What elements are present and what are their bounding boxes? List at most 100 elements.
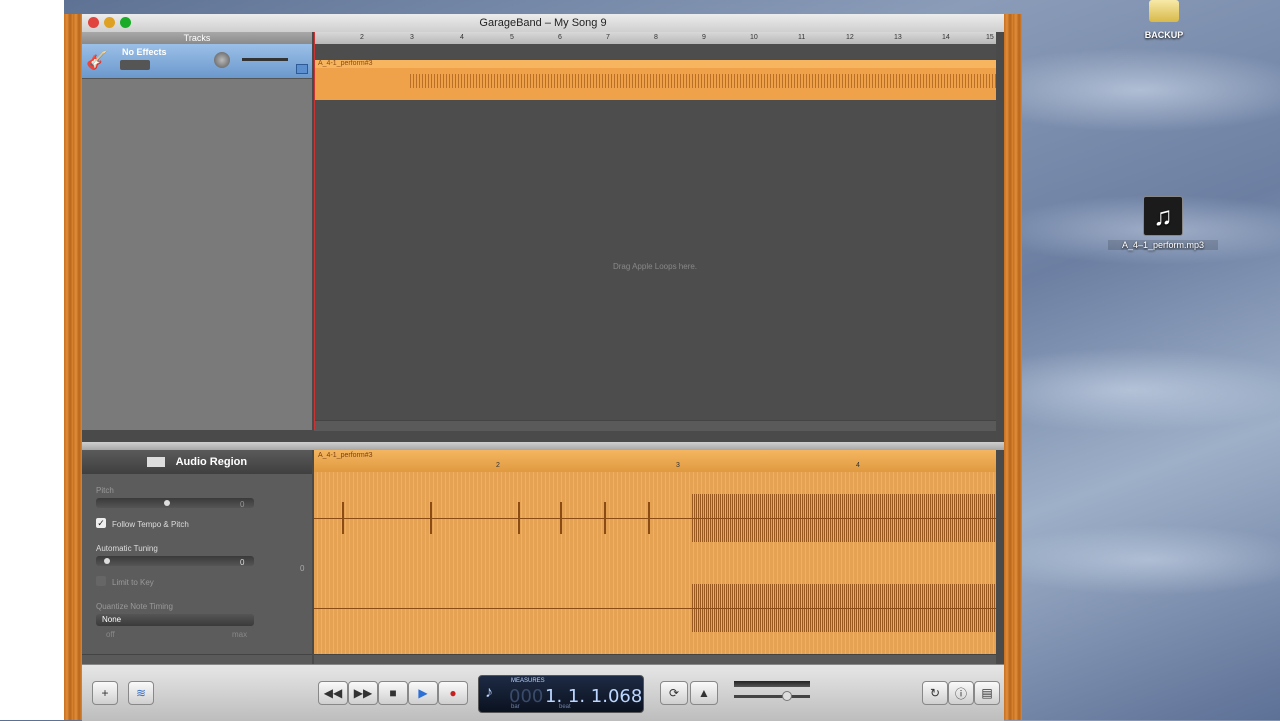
record-icon: ● — [449, 686, 457, 700]
title-bar: GarageBand – My Song 9 — [82, 14, 1004, 33]
quantize-label: Quantize Note Timing — [96, 602, 173, 611]
stop-button[interactable]: ■ — [378, 681, 408, 705]
editor-ruler-tick: 4 — [856, 462, 860, 469]
minimize-button[interactable] — [104, 17, 115, 28]
automatic-tuning-label: Automatic Tuning — [96, 544, 158, 553]
add-track-button[interactable]: + — [92, 681, 118, 705]
quantize-max-label: max — [232, 630, 248, 639]
zoom-button[interactable] — [120, 17, 131, 28]
pan-knob[interactable] — [214, 52, 230, 68]
close-button[interactable] — [88, 17, 99, 28]
wood-trim-right — [1004, 14, 1022, 720]
quantize-value: None — [102, 615, 122, 624]
control-bar: + ≋ ◀◀ ▶▶ ■ ▶ ● ♪ MEASURES 000 1. 1. 1.0… — [82, 664, 1004, 721]
ruler-tick: 12 — [846, 34, 854, 41]
master-volume-slider[interactable] — [734, 691, 810, 701]
cycle-button[interactable]: ⟳ — [660, 681, 688, 705]
desktop-icon-label: A_4–1_perform.mp3 — [1108, 240, 1218, 250]
ruler-tick: 3 — [410, 34, 414, 41]
region-waveform — [410, 74, 996, 88]
waveform-editor-icon: ≋ — [135, 686, 147, 700]
media-browser-button[interactable]: ▤ — [974, 681, 1000, 705]
ruler-tick: 10 — [750, 34, 758, 41]
follow-tempo-checkbox[interactable]: ✓ — [96, 518, 106, 528]
editor-ruler[interactable]: A_4-1_perform#3 2 3 4 — [314, 450, 996, 473]
editor-header: Audio Region — [82, 450, 312, 474]
window-title: GarageBand – My Song 9 — [479, 17, 607, 29]
guitar-icon: 🎸 — [86, 50, 109, 70]
track-header-row[interactable]: 🎸 No Effects — [82, 44, 312, 79]
wood-trim-left — [64, 14, 82, 720]
quantize-select[interactable]: None — [96, 614, 254, 626]
loop-browser-button[interactable]: ↻ — [922, 681, 948, 705]
limit-key-label: Limit to Key — [112, 578, 154, 587]
ruler-tick: 2 — [360, 34, 364, 41]
editor-toggle-button[interactable]: ≋ — [128, 681, 154, 705]
stop-icon: ■ — [389, 686, 397, 700]
audio-region[interactable]: A_4-1_perform#3 — [314, 60, 996, 100]
playhead-line[interactable] — [314, 32, 315, 430]
tracks-header: Tracks — [82, 32, 312, 44]
pane-divider[interactable] — [82, 442, 1004, 450]
editor-ruler-tick: 2 — [496, 462, 500, 469]
rewind-button[interactable]: ◀◀ — [318, 681, 348, 705]
waveform-icon — [146, 457, 165, 468]
ruler-tick: 6 — [558, 34, 562, 41]
waveform-transient — [560, 502, 562, 534]
play-icon: ▶ — [418, 686, 428, 700]
fast-forward-button[interactable]: ▶▶ — [348, 681, 378, 705]
play-button[interactable]: ▶ — [408, 681, 438, 705]
master-volume-knob[interactable] — [782, 691, 792, 701]
audio-waveform[interactable] — [314, 472, 996, 654]
desktop-icon-backup[interactable]: BACKUP — [1136, 0, 1192, 40]
fast-forward-icon: ▶▶ — [353, 686, 373, 700]
lcd-beat-label: beat — [559, 704, 571, 710]
ruler-tick: 5 — [510, 34, 514, 41]
pitch-slider[interactable] — [96, 498, 254, 508]
editor-zero-label: 0 — [300, 564, 305, 573]
cycle-icon: ⟳ — [668, 686, 680, 700]
garageband-window: GarageBand – My Song 9 Tracks 🎸 No Effec… — [64, 14, 1022, 721]
rewind-icon: ◀◀ — [323, 686, 343, 700]
loop-icon: ↻ — [929, 686, 941, 700]
tuning-slider[interactable] — [96, 556, 254, 566]
drive-icon — [1149, 0, 1179, 22]
tuning-value: 0 — [240, 558, 245, 567]
follow-tempo-label: Follow Tempo & Pitch — [112, 520, 189, 529]
arrange-horizontal-scrollbar[interactable] — [314, 420, 996, 431]
info-icon: ⓘ — [954, 686, 967, 701]
lcd-display[interactable]: ♪ MEASURES 000 1. 1. 1.068 bar beat — [478, 675, 644, 713]
volume-slider[interactable] — [242, 58, 288, 61]
mute-solo-buttons[interactable] — [120, 60, 150, 70]
note-icon: ♪ — [485, 684, 493, 701]
pitch-label: Pitch — [96, 486, 114, 495]
media-icon: ▤ — [981, 686, 993, 700]
waveform-transient — [648, 502, 650, 534]
waveform-dense-left — [692, 494, 996, 542]
editor-title: Audio Region — [175, 456, 248, 468]
metronome-icon: ▲ — [698, 686, 710, 700]
info-button[interactable]: ⓘ — [948, 681, 974, 705]
music-file-icon: ♫ — [1143, 196, 1183, 236]
editor-ruler-tick: 3 — [676, 462, 680, 469]
record-button[interactable]: ● — [438, 681, 468, 705]
track-menu-button[interactable] — [296, 64, 308, 74]
ruler-tick: 8 — [654, 34, 658, 41]
lcd-mode: MEASURES — [511, 678, 545, 684]
arrange-lane[interactable]: A_4-1_perform#3 Drag Apple Loops here. — [314, 44, 996, 431]
audio-editor-lane[interactable]: A_4-1_perform#3 2 3 4 — [314, 450, 996, 654]
loops-drop-hint: Drag Apple Loops here. — [612, 262, 698, 271]
region-name: A_4-1_perform#3 — [318, 60, 373, 67]
editor-inspector: Audio Region Pitch 0 ✓ Follow Tempo & Pi… — [82, 450, 312, 664]
track-list: Tracks 🎸 No Effects — [82, 32, 312, 430]
ruler-tick: 4 — [460, 34, 464, 41]
desktop-icon-mp3[interactable]: ♫ A_4–1_perform.mp3 — [1108, 196, 1218, 250]
limit-key-checkbox[interactable] — [96, 576, 106, 586]
ruler-tick: 13 — [894, 34, 902, 41]
editor-region-name: A_4-1_perform#3 — [318, 452, 373, 459]
metronome-button[interactable]: ▲ — [690, 681, 718, 705]
lcd-bar-label: bar — [511, 704, 520, 710]
desktop-icon-label: BACKUP — [1144, 30, 1184, 40]
ruler-tick: 9 — [702, 34, 706, 41]
waveform-dense-right — [692, 584, 996, 632]
